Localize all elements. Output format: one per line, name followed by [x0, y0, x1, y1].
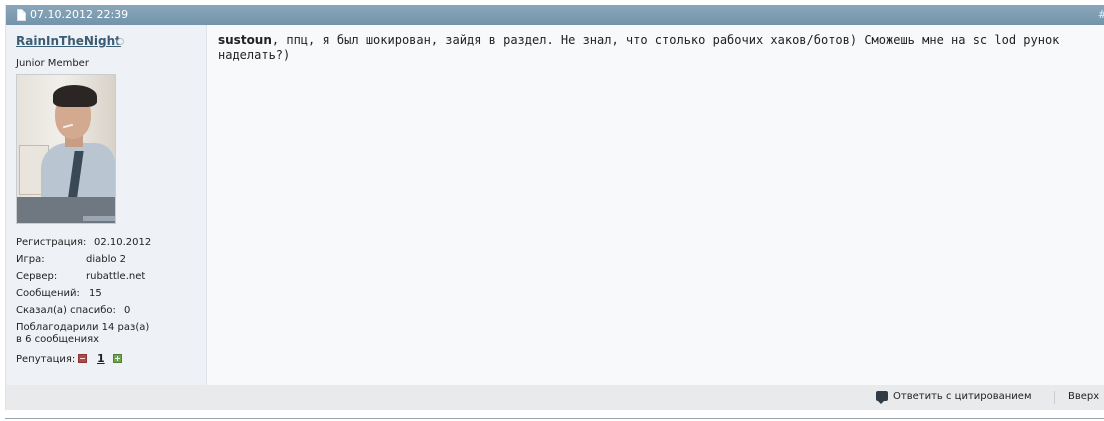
speech-bubble-icon	[876, 391, 888, 404]
post-text-line1: , ппц, я был шокирован, зайдя в раздел. …	[271, 33, 1060, 47]
stat-value: 0	[124, 305, 131, 316]
reputation-plus-icon[interactable]	[113, 354, 122, 363]
back-to-top-link[interactable]: Вверх	[1068, 391, 1099, 402]
footer-divider	[1054, 391, 1055, 404]
offline-status-icon	[117, 38, 124, 45]
stat-value: 02.10.2012	[94, 237, 152, 248]
post-footer: Ответить с цитированием Вверх	[6, 385, 1104, 410]
stat-thanked-line2: в 6 сообщениях	[16, 334, 100, 345]
post-number-link[interactable]: #	[1098, 5, 1104, 25]
reply-with-quote-label: Ответить с цитированием	[893, 391, 1032, 402]
user-info-panel: RainInTheNight Junior Member Регистрация…	[6, 25, 207, 385]
stat-value: 15	[89, 288, 102, 299]
post-text-line2: наделать?)	[218, 48, 291, 62]
stat-label: Регистрация:	[16, 237, 87, 248]
stat-label: Сервер:	[16, 271, 58, 282]
username-link[interactable]: RainInTheNight	[16, 34, 121, 48]
stat-label: Сказал(а) спасибо:	[16, 305, 116, 316]
stat-value: rubattle.net	[86, 271, 146, 282]
stat-value: diablo 2	[86, 254, 127, 265]
reputation-minus-icon[interactable]	[78, 354, 87, 363]
stat-thanked-line1: Поблагодарили 14 раз(а)	[16, 322, 150, 333]
stat-label: Игра:	[16, 254, 45, 265]
forum-post: 07.10.2012 22:39 # RainInTheNight Junior…	[5, 5, 1104, 410]
post-separator-line	[5, 418, 1104, 419]
stat-label: Сообщений:	[16, 288, 80, 299]
post-header: 07.10.2012 22:39 #	[6, 5, 1104, 25]
mentioned-user: sustoun	[218, 33, 272, 47]
post-content: sustoun, ппц, я был шокирован, зайдя в р…	[218, 33, 1098, 63]
user-title: Junior Member	[16, 58, 89, 69]
post-date: 07.10.2012 22:39	[30, 8, 129, 21]
document-icon	[17, 9, 26, 21]
reputation-value[interactable]: 1	[97, 352, 105, 365]
avatar[interactable]	[16, 74, 116, 224]
reputation-label: Репутация:	[16, 354, 76, 365]
